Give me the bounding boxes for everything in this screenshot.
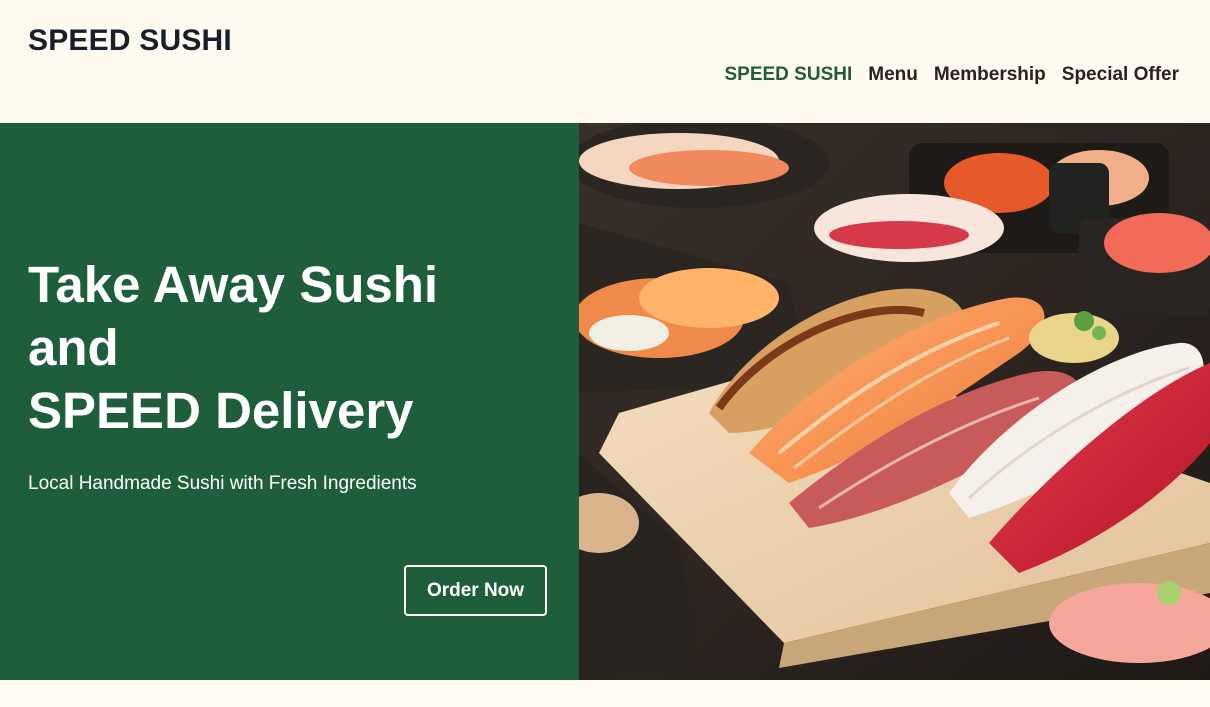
- sushi-photo: [579, 123, 1210, 680]
- nav-item-special-offer[interactable]: Special Offer: [1062, 64, 1179, 86]
- nav-item-home[interactable]: SPEED SUSHI: [724, 64, 852, 86]
- hero-headline: Take Away Sushi and SPEED Delivery: [28, 253, 558, 442]
- sushi-illustration: [579, 123, 1210, 680]
- nav-item-menu[interactable]: Menu: [868, 64, 918, 86]
- hero-subtitle: Local Handmade Sushi with Fresh Ingredie…: [28, 473, 417, 494]
- order-now-button[interactable]: Order Now: [404, 565, 547, 616]
- headline-line-2: and: [28, 319, 119, 376]
- brand-logo[interactable]: SPEED SUSHI: [28, 24, 232, 58]
- hero-section: Take Away Sushi and SPEED Delivery Local…: [0, 123, 1210, 680]
- main-nav: SPEED SUSHI Menu Membership Special Offe…: [724, 64, 1179, 86]
- hero-panel: Take Away Sushi and SPEED Delivery Local…: [0, 123, 579, 680]
- nav-item-membership[interactable]: Membership: [934, 64, 1046, 86]
- site-header: SPEED SUSHI SPEED SUSHI Menu Membership …: [0, 0, 1210, 123]
- headline-line-3: SPEED Delivery: [28, 382, 414, 439]
- headline-line-1: Take Away Sushi: [28, 256, 439, 313]
